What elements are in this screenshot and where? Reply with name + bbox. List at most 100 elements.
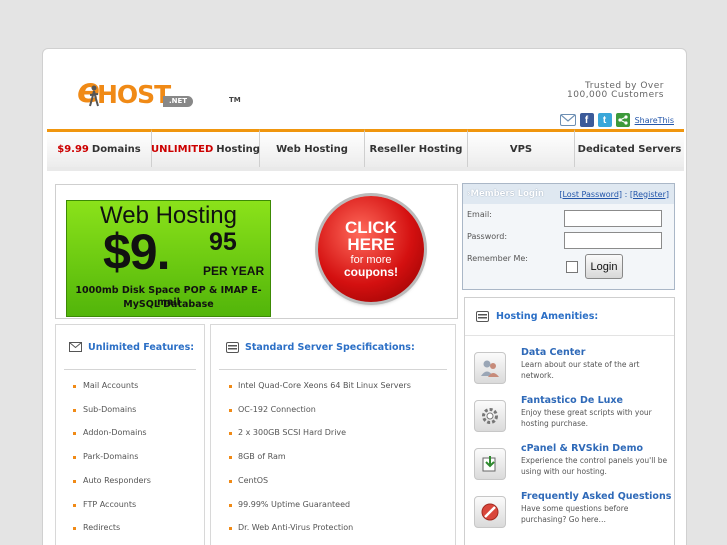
list-item: 99.99% Uptime Guaranteed (238, 499, 351, 509)
email-label: Email: (467, 210, 492, 219)
amenity-title[interactable]: Frequently Asked Questions (521, 491, 671, 502)
main-nav: $9.99 Domains UNLIMITED Hosting Web Hostin… (47, 129, 684, 167)
nav-item-dedicated-servers[interactable]: Dedicated Servers (575, 129, 684, 167)
download-icon (474, 448, 506, 480)
mail-icon (69, 342, 82, 352)
amenity-desc: Experience the control panels you'll be … (521, 456, 668, 476)
bullet-icon (73, 432, 76, 436)
amenities-title: Hosting Amenities: (496, 311, 599, 322)
coupons-button[interactable]: CLICK HERE for more coupons! (318, 196, 424, 302)
nav-item-unlimited-hosting[interactable]: UNLIMITED Hosting (151, 129, 260, 167)
users-icon (474, 352, 506, 384)
server-specs-panel: Standard Server Specifications: Intel Qu… (210, 324, 456, 545)
amenity-data-center: Data Center Learn about our state of the… (465, 347, 674, 395)
list-item: OC-192 Connection (238, 404, 316, 414)
list-item: Mail Accounts (83, 381, 139, 390)
features-header: Unlimited Features: (56, 325, 204, 369)
no-icon (474, 496, 506, 528)
logo-host: HOST (97, 80, 171, 109)
login-links: [Lost Password] : [Register] (559, 190, 669, 199)
click-line4: coupons! (344, 265, 398, 279)
bullet-icon (229, 479, 232, 483)
bullet-icon (229, 408, 232, 412)
nav-item-web-hosting[interactable]: Web Hosting (260, 129, 365, 167)
list-item: Redirects (83, 523, 121, 533)
ad-price: $9. (103, 224, 171, 280)
bullet-icon (73, 479, 76, 483)
bullet-icon (73, 456, 76, 460)
password-field[interactable] (564, 232, 662, 249)
click-line1: CLICK (345, 218, 397, 237)
nav-label: Reseller Hosting (369, 144, 463, 155)
amenities-header: Hosting Amenities: (465, 298, 674, 336)
nav-label: VPS (509, 144, 533, 155)
amenity-desc: Have some questions before purchasing? G… (521, 504, 629, 524)
amenity-title[interactable]: Fantastico De Luxe (521, 395, 623, 406)
nav-label: Dedicated Servers (577, 144, 682, 155)
nav-label: Domains (91, 144, 141, 155)
sharethis-link[interactable]: ShareThis (635, 116, 674, 125)
nav-divider (47, 167, 684, 171)
nav-item-domains[interactable]: $9.99 Domains (47, 129, 152, 167)
page-container: e HOST .NET TM Trusted by Over 100,000 C… (42, 48, 687, 545)
list-item: 2 x 300GB SCSI Hard Drive (238, 428, 347, 438)
server-icon (476, 311, 489, 322)
remember-label: Remember Me: (467, 254, 528, 263)
list-item: Addon-Domains (83, 428, 147, 438)
login-links-sep: : (622, 189, 630, 199)
bullet-icon (73, 408, 76, 412)
lost-password-link[interactable]: [Lost Password] (559, 190, 622, 199)
email-share-icon[interactable] (559, 114, 576, 126)
amenity-faq: Frequently Asked Questions Have some que… (465, 491, 674, 539)
trusted-line2: 100,000 Customers (567, 90, 664, 100)
amenity-desc: Enjoy these great scripts with your host… (521, 408, 652, 428)
share-bar: f t ShareThis (559, 112, 674, 128)
list-item: FTP Accounts (83, 499, 137, 509)
amenity-cpanel-demo: cPanel & RVSkin Demo Experience the cont… (465, 443, 674, 491)
nav-highlight: $9.99 (57, 144, 89, 155)
nav-item-vps[interactable]: VPS (468, 129, 575, 167)
list-item: CentOS (238, 475, 269, 485)
amenity-title[interactable]: Data Center (521, 347, 585, 358)
ad-line2: MySQL Database (123, 299, 214, 310)
bullet-icon (229, 527, 232, 531)
bullet-icon (73, 503, 76, 507)
sharethis-icon[interactable] (615, 113, 630, 127)
bullet-icon (229, 385, 232, 388)
amenity-title[interactable]: cPanel & RVSkin Demo (521, 443, 643, 454)
server-icon (226, 341, 239, 353)
bullet-icon (73, 527, 76, 531)
register-link[interactable]: [Register] (630, 190, 669, 199)
ehost-logo[interactable]: e HOST .NET TM (77, 71, 241, 121)
ad-cents: 95 (209, 228, 237, 256)
nav-highlight: UNLIMITED (151, 144, 214, 155)
twitter-icon[interactable]: t (597, 113, 612, 127)
features-divider (64, 369, 196, 370)
specs-title: Standard Server Specifications: (245, 341, 415, 353)
unlimited-features-panel: Unlimited Features: Mail Accounts Sub-Dom… (55, 324, 205, 545)
members-login-box: › Members Login [Lost Password] : [Regist… (462, 183, 675, 290)
login-button[interactable]: Login (585, 254, 623, 279)
remember-checkbox[interactable] (566, 261, 578, 273)
list-item: Intel Quad-Core Xeons 64 Bit Linux Serve… (238, 381, 411, 390)
specs-divider (219, 369, 447, 370)
click-line2: HERE (347, 235, 395, 254)
nav-label: Web Hosting (276, 144, 348, 155)
email-field[interactable] (564, 210, 662, 227)
logo-tm: TM (229, 96, 241, 104)
promo-banner: Web Hosting $9. 95 PER YEAR 1000mb Disk … (55, 184, 458, 319)
login-title: Members Login (470, 189, 544, 199)
web-hosting-ad[interactable]: Web Hosting $9. 95 PER YEAR 1000mb Disk … (66, 200, 271, 317)
list-item: Dr. Web Anti-Virus Protection (238, 523, 354, 533)
bullet-icon (229, 456, 232, 460)
hosting-amenities-panel: Hosting Amenities: Data Center Learn abo… (464, 297, 675, 545)
facebook-icon[interactable]: f (579, 113, 594, 127)
bullet-icon (73, 385, 76, 388)
login-header: › Members Login [Lost Password] : [Regist… (463, 184, 674, 204)
features-title: Unlimited Features: (88, 341, 195, 353)
nav-item-reseller-hosting[interactable]: Reseller Hosting (365, 129, 468, 167)
ad-per-year: PER YEAR (203, 264, 265, 278)
trusted-tagline: Trusted by Over 100,000 Customers (567, 82, 664, 100)
specs-header: Standard Server Specifications: (211, 325, 455, 369)
bullet-icon (229, 432, 232, 436)
